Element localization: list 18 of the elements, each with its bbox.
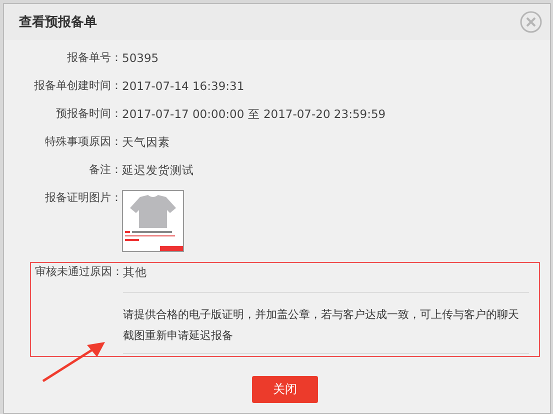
field-label: 报备单号： <box>67 50 122 66</box>
field-value: 2017-07-17 00:00:00 至 2017-07-20 23:59:59 <box>122 106 386 122</box>
field-label: 报备单创建时间： <box>34 78 122 94</box>
field-value: 天气因素 <box>122 134 170 150</box>
field-label: 特殊事项原因： <box>45 134 122 150</box>
dialog-title: 查看预报备单 <box>19 14 97 31</box>
field-label: 报备证明图片： <box>45 190 122 206</box>
tshirt-thumbnail-drawing[interactable] <box>122 190 184 252</box>
rejection-comment: 请提供合格的电子版证明，并加盖公章，若与客户达成一致，可上传与客户的聊天截图重新申请延迟报备 <box>123 308 519 342</box>
arrow-annotation <box>42 342 106 382</box>
field-value: 2017-07-14 16:39:31 <box>122 78 244 94</box>
close-button[interactable]: 关闭 <box>252 376 318 403</box>
field-value: 其他 <box>123 264 147 280</box>
field-label: 备注： <box>89 162 122 178</box>
field-label: 审核未通过原因： <box>35 264 123 280</box>
field-value: 50395 <box>122 50 159 66</box>
field-value: 延迟发货测试 <box>122 162 194 178</box>
field-label: 预报备时间： <box>56 106 122 122</box>
